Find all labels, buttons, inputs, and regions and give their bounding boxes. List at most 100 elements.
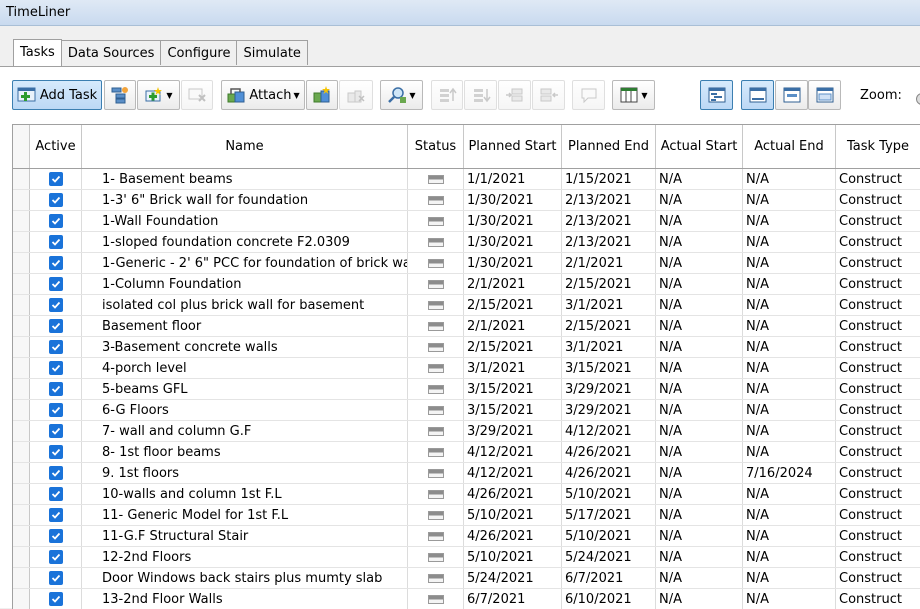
actual-start-cell[interactable]: N/A [656, 463, 743, 483]
actual-start-cell[interactable]: N/A [656, 442, 743, 462]
planned-start-cell[interactable]: 1/1/2021 [464, 169, 562, 189]
show-tasks-only-button[interactable] [741, 80, 774, 110]
task-type-cell[interactable]: Construct [836, 211, 920, 231]
planned-start-cell[interactable]: 3/1/2021 [464, 358, 562, 378]
task-type-cell[interactable]: Construct [836, 274, 920, 294]
actual-start-cell[interactable]: N/A [656, 379, 743, 399]
add-task-menu-button[interactable]: ▼ [137, 80, 180, 110]
column-header-planned-end[interactable]: Planned End [562, 125, 656, 168]
row-selector[interactable] [13, 421, 30, 441]
actual-end-cell[interactable]: N/A [743, 442, 836, 462]
task-name-cell[interactable]: 11- Generic Model for 1st F.L [82, 505, 408, 525]
actual-start-cell[interactable]: N/A [656, 526, 743, 546]
planned-end-cell[interactable]: 5/10/2021 [562, 526, 656, 546]
tab-tasks[interactable]: Tasks [13, 39, 62, 66]
planned-start-cell[interactable]: 4/26/2021 [464, 484, 562, 504]
active-checkbox[interactable] [48, 277, 63, 291]
row-selector[interactable] [13, 190, 30, 210]
actual-start-cell[interactable]: N/A [656, 232, 743, 252]
table-row[interactable]: 11- Generic Model for 1st F.L 5/10/2021 … [13, 505, 920, 526]
column-header-actual-end[interactable]: Actual End [743, 125, 836, 168]
task-name-cell[interactable]: 11-G.F Structural Stair [82, 526, 408, 546]
row-selector[interactable] [13, 379, 30, 399]
table-row[interactable]: Door Windows back stairs plus mumty slab… [13, 568, 920, 589]
table-row[interactable]: 1-sloped foundation concrete F2.0309 1/3… [13, 232, 920, 253]
column-header-task-type[interactable]: Task Type [836, 125, 920, 168]
active-checkbox[interactable] [48, 298, 63, 312]
actual-start-cell[interactable]: N/A [656, 337, 743, 357]
planned-start-cell[interactable]: 2/15/2021 [464, 337, 562, 357]
column-header-status[interactable]: Status [408, 125, 464, 168]
actual-start-cell[interactable]: N/A [656, 253, 743, 273]
actual-start-cell[interactable]: N/A [656, 568, 743, 588]
task-type-cell[interactable]: Construct [836, 316, 920, 336]
actual-start-cell[interactable]: N/A [656, 169, 743, 189]
table-row[interactable]: 1- Basement beams 1/1/2021 1/15/2021 N/A… [13, 169, 920, 190]
table-row[interactable]: 4-porch level 3/1/2021 3/15/2021 N/A N/A… [13, 358, 920, 379]
row-selector[interactable] [13, 232, 30, 252]
row-selector[interactable] [13, 358, 30, 378]
planned-start-cell[interactable]: 5/24/2021 [464, 568, 562, 588]
row-selector[interactable] [13, 547, 30, 567]
active-checkbox[interactable] [48, 571, 63, 585]
task-name-cell[interactable]: 12-2nd Floors [82, 547, 408, 567]
table-row[interactable]: 8- 1st floor beams 4/12/2021 4/26/2021 N… [13, 442, 920, 463]
planned-start-cell[interactable]: 4/26/2021 [464, 526, 562, 546]
actual-end-cell[interactable]: N/A [743, 526, 836, 546]
planned-start-cell[interactable]: 2/15/2021 [464, 295, 562, 315]
add-comment-button[interactable] [572, 80, 605, 110]
actual-start-cell[interactable]: N/A [656, 421, 743, 441]
planned-start-cell[interactable]: 1/30/2021 [464, 253, 562, 273]
task-name-cell[interactable]: 13-2nd Floor Walls [82, 589, 408, 609]
planned-end-cell[interactable]: 2/1/2021 [562, 253, 656, 273]
actual-start-cell[interactable]: N/A [656, 400, 743, 420]
task-type-cell[interactable]: Construct [836, 358, 920, 378]
row-selector[interactable] [13, 505, 30, 525]
planned-end-cell[interactable]: 2/13/2021 [562, 211, 656, 231]
task-type-cell[interactable]: Construct [836, 589, 920, 609]
table-row[interactable]: 1-Wall Foundation 1/30/2021 2/13/2021 N/… [13, 211, 920, 232]
row-selector[interactable] [13, 526, 30, 546]
table-row[interactable]: 1-Column Foundation 2/1/2021 2/15/2021 N… [13, 274, 920, 295]
actual-end-cell[interactable]: N/A [743, 400, 836, 420]
task-type-cell[interactable]: Construct [836, 442, 920, 462]
tab-simulate[interactable]: Simulate [236, 40, 308, 65]
task-type-cell[interactable]: Construct [836, 484, 920, 504]
actual-end-cell[interactable]: N/A [743, 589, 836, 609]
planned-end-cell[interactable]: 3/15/2021 [562, 358, 656, 378]
tab-configure[interactable]: Configure [160, 40, 238, 65]
active-checkbox[interactable] [48, 193, 63, 207]
task-type-cell[interactable]: Construct [836, 379, 920, 399]
table-row[interactable]: 12-2nd Floors 5/10/2021 5/24/2021 N/A N/… [13, 547, 920, 568]
planned-end-cell[interactable]: 2/15/2021 [562, 274, 656, 294]
row-selector[interactable] [13, 337, 30, 357]
active-checkbox[interactable] [48, 172, 63, 186]
task-type-cell[interactable]: Construct [836, 400, 920, 420]
move-down-button[interactable] [464, 80, 497, 110]
planned-end-cell[interactable]: 4/12/2021 [562, 421, 656, 441]
planned-end-cell[interactable]: 5/17/2021 [562, 505, 656, 525]
actual-end-cell[interactable]: N/A [743, 379, 836, 399]
planned-start-cell[interactable]: 2/1/2021 [464, 274, 562, 294]
task-name-cell[interactable]: 7- wall and column G.F [82, 421, 408, 441]
planned-start-cell[interactable]: 3/15/2021 [464, 379, 562, 399]
actual-end-cell[interactable]: N/A [743, 169, 836, 189]
task-type-cell[interactable]: Construct [836, 547, 920, 567]
active-checkbox[interactable] [48, 445, 63, 459]
show-all-view-button[interactable] [700, 80, 733, 110]
active-checkbox[interactable] [48, 592, 63, 606]
task-name-cell[interactable]: 5-beams GFL [82, 379, 408, 399]
planned-start-cell[interactable]: 3/29/2021 [464, 421, 562, 441]
actual-end-cell[interactable]: N/A [743, 211, 836, 231]
planned-end-cell[interactable]: 5/24/2021 [562, 547, 656, 567]
actual-end-cell[interactable]: N/A [743, 568, 836, 588]
active-checkbox[interactable] [48, 403, 63, 417]
row-selector[interactable] [13, 211, 30, 231]
actual-end-cell[interactable]: N/A [743, 316, 836, 336]
column-header-name[interactable]: Name [82, 125, 408, 168]
active-checkbox[interactable] [48, 382, 63, 396]
task-type-cell[interactable]: Construct [836, 505, 920, 525]
active-checkbox[interactable] [48, 550, 63, 564]
planned-start-cell[interactable]: 2/1/2021 [464, 316, 562, 336]
active-checkbox[interactable] [48, 466, 63, 480]
